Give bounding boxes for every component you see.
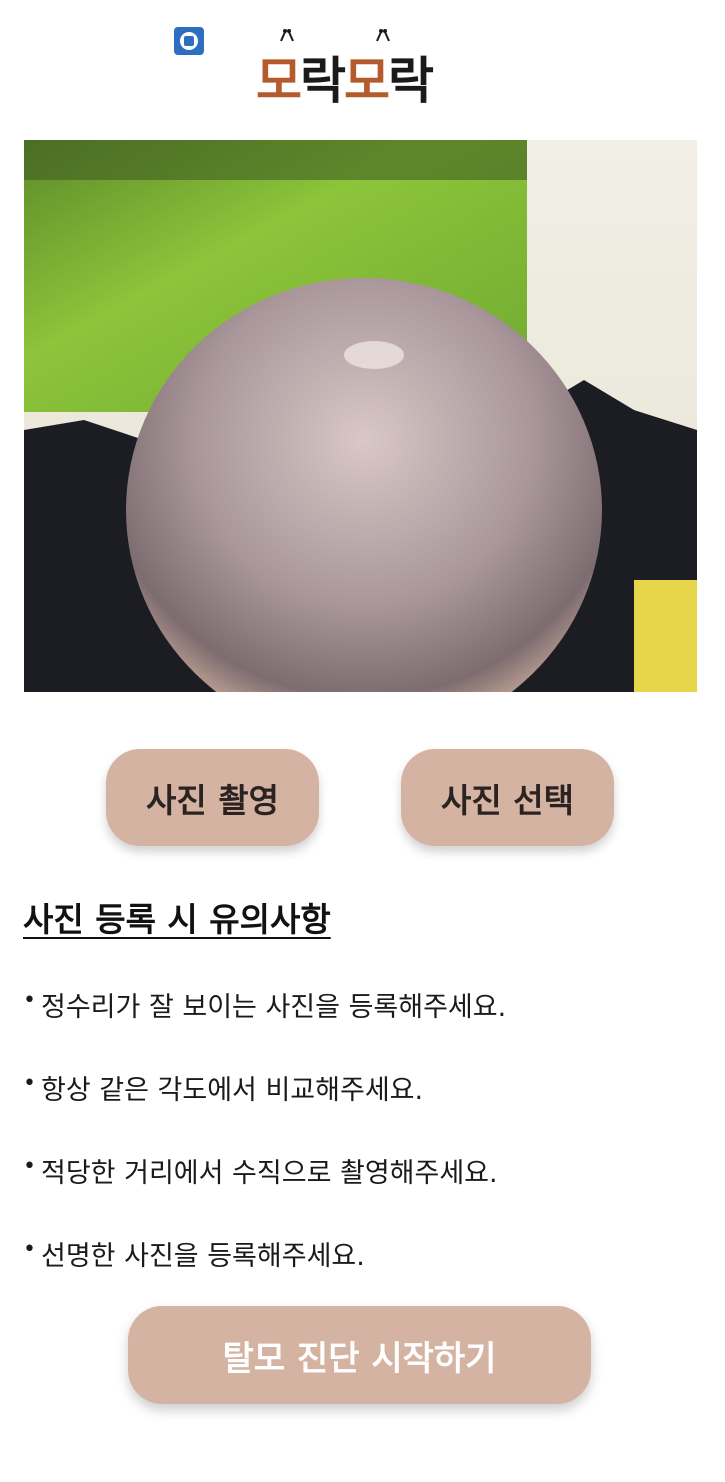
note-text: 항상 같은 각도에서 비교해주세요. (41, 1075, 424, 1106)
scalp-photo-image (24, 140, 697, 692)
scalp-photo (24, 140, 697, 692)
logo-char: 모 (344, 52, 390, 110)
logo-char: 락 (300, 52, 346, 110)
start-diagnosis-button[interactable]: 탈모 진단 시작하기 (128, 1306, 591, 1404)
app-badge-icon (174, 27, 204, 55)
note-text: 정수리가 잘 보이는 사진을 등록해주세요. (41, 992, 507, 1023)
take-photo-button[interactable]: 사진 촬영 (106, 749, 319, 846)
notes-title: 사진 등록 시 유의사항 (23, 900, 331, 939)
list-item: • 선명한 사진을 등록해주세요. (23, 1234, 506, 1317)
list-item: • 항상 같은 각도에서 비교해주세요. (23, 1068, 506, 1151)
note-text: 선명한 사진을 등록해주세요. (41, 1241, 365, 1272)
select-photo-button[interactable]: 사진 선택 (401, 749, 614, 846)
antenna-icon (376, 29, 390, 42)
list-item: • 적당한 거리에서 수직으로 촬영해주세요. (23, 1151, 506, 1234)
notes-list: • 정수리가 잘 보이는 사진을 등록해주세요. • 항상 같은 각도에서 비교해주… (23, 985, 506, 1317)
app-screen: 모 락 모 락 사진 촬영 사진 선택 사진 등록 시 유의사항 • 정수리가 … (0, 0, 725, 1482)
antenna-icon (280, 29, 294, 42)
logo-char: 락 (388, 52, 434, 110)
logo-char: 모 (256, 52, 302, 110)
app-logo: 모 락 모 락 (256, 29, 434, 110)
note-text: 적당한 거리에서 수직으로 촬영해주세요. (41, 1158, 498, 1189)
list-item: • 정수리가 잘 보이는 사진을 등록해주세요. (23, 985, 506, 1068)
